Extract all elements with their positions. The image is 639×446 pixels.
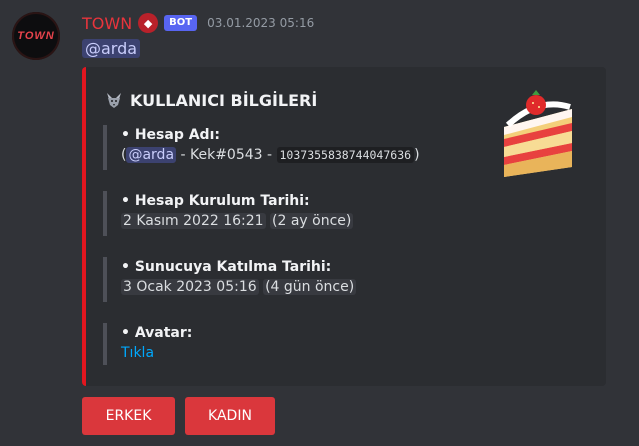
message-content: @arda bbox=[82, 38, 141, 60]
field-label: • Hesap Adı: bbox=[121, 127, 220, 143]
field-avatar: • Avatar: Tıkla bbox=[103, 323, 192, 365]
paren-close: ) bbox=[414, 147, 420, 163]
server-emblem-icon: ◆ bbox=[138, 13, 159, 33]
date-timestamp[interactable]: 3 Ocak 2023 05:16 bbox=[121, 279, 259, 295]
avatar-logo-text: TOWN bbox=[17, 30, 55, 42]
cake-thumbnail-icon bbox=[498, 87, 578, 181]
field-value: Tıkla bbox=[121, 343, 192, 363]
embed-title-text: KULLANICI BİLGİLERİ bbox=[130, 90, 318, 110]
kadin-button[interactable]: KADIN bbox=[185, 397, 275, 435]
relative-timestamp[interactable]: (2 ay önce) bbox=[270, 213, 354, 229]
date-timestamp[interactable]: 2 Kasım 2022 16:21 bbox=[121, 213, 266, 229]
message-timestamp: 03.01.2023 05:16 bbox=[207, 16, 315, 30]
field-created-at: • Hesap Kurulum Tarihi: 2 Kasım 2022 16:… bbox=[103, 191, 354, 236]
avatar-link[interactable]: Tıkla bbox=[121, 345, 154, 361]
relative-timestamp[interactable]: (4 gün önce) bbox=[263, 279, 357, 295]
field-value: 2 Kasım 2022 16:21 (2 ay önce) bbox=[121, 211, 354, 231]
field-label: • Avatar: bbox=[121, 325, 193, 341]
erkek-button[interactable]: ERKEK bbox=[82, 397, 175, 435]
bot-avatar[interactable]: TOWN bbox=[12, 12, 60, 60]
user-id-code: 1037355838744047636 bbox=[276, 147, 415, 163]
embed-title: KULLANICI BİLGİLERİ bbox=[104, 90, 317, 110]
user-mention-inline[interactable]: @arda bbox=[126, 147, 177, 163]
field-account-name: • Hesap Adı: (@arda - Kek#0543 - 1037355… bbox=[103, 125, 420, 170]
field-joined-at: • Sunucuya Katılma Tarihi: 3 Ocak 2023 0… bbox=[103, 257, 357, 302]
field-label: • Hesap Kurulum Tarihi: bbox=[121, 193, 310, 209]
wolf-emoji-icon bbox=[104, 90, 124, 110]
user-tag: - Kek#0543 - bbox=[176, 147, 277, 163]
field-label: • Sunucuya Katılma Tarihi: bbox=[121, 259, 332, 275]
field-value: 3 Ocak 2023 05:16 (4 gün önce) bbox=[121, 277, 357, 297]
message-header: TOWN ◆ BOT 03.01.2023 05:16 bbox=[82, 12, 314, 34]
user-mention[interactable]: @arda bbox=[82, 39, 141, 58]
embed-card: KULLANICI BİLGİLERİ • Hesap Adı: (@arda … bbox=[82, 67, 606, 386]
field-value: (@arda - Kek#0543 - 1037355838744047636) bbox=[121, 145, 420, 165]
author-name[interactable]: TOWN bbox=[82, 14, 132, 33]
bot-badge: BOT bbox=[164, 15, 198, 31]
